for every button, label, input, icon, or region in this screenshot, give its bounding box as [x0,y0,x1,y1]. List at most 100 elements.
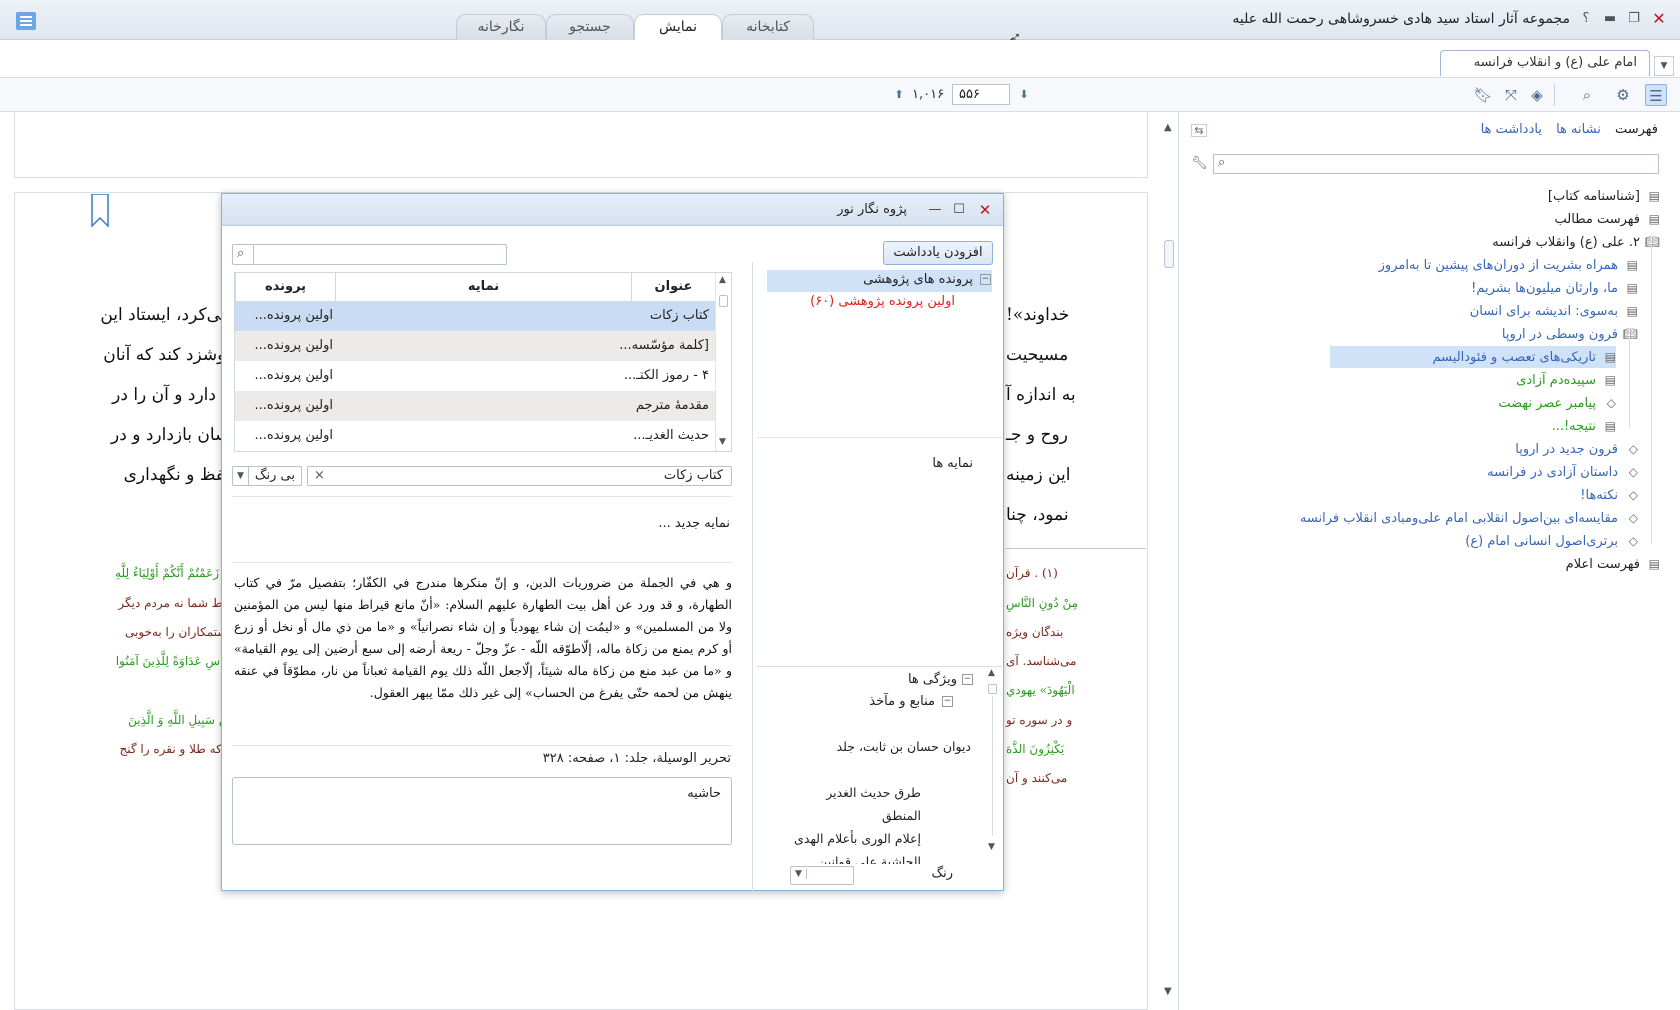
book-icon: 📖︎ [1644,235,1660,249]
tag-icon: ◇ [1628,488,1638,502]
research-note-dialog: پژوه نگار نور ✕ ☐ — افزودن یادداشت ⌕ عنو… [221,193,1004,892]
clear-icon[interactable]: × [314,467,325,485]
new-index-placeholder[interactable]: نمایه جدید ... [658,516,730,531]
arrow-up-icon[interactable]: ⬆ [888,84,910,106]
list-view-icon[interactable]: ☰ [1645,84,1667,106]
note-body-text[interactable]: و هي في الجملة من ضروريات الدين، و إنّ م… [234,572,732,742]
source-item[interactable]: طرق حديث الغدير [826,785,921,800]
color-dropdown[interactable]: ▼ [790,866,854,885]
toc-item[interactable]: ◇ پیامبر عصر نهضت [1498,392,1616,414]
toc-item[interactable]: 📖︎ ۲. علی (ع) وانقلاب فرانسه [1492,231,1660,253]
chevron-down-icon[interactable]: ▼ [1654,56,1674,76]
toc-item[interactable]: 📖︎ قرون وسطی در اروپا [1502,323,1638,345]
dialog-maximize-button[interactable]: ☐ [951,202,967,218]
margin-note-input[interactable]: حاشیه [232,777,732,845]
tab-contents[interactable]: فهرست [1615,122,1658,137]
dialog-close-button[interactable]: ✕ [977,202,993,218]
scroll-thumb[interactable] [1164,240,1174,268]
toc-item[interactable]: ▤ [شناسنامه کتاب] [1548,185,1660,207]
toc-item[interactable]: ▤ نتیجه!... [1552,415,1616,437]
sources-label: منابع و مآخذ [869,694,935,709]
notes-table: عنوان نمایه پرونده پژوهشی کتاب زکات اولین… [234,272,732,452]
tab-search[interactable]: جستجو [546,14,634,40]
close-window-button[interactable]: ✕ [1649,10,1669,28]
tab-bookmarks[interactable]: نشانه ها [1556,122,1601,137]
table-row[interactable]: مقدمهٔ مترجم اولین پرونده... [235,391,731,421]
features-scrollbar[interactable]: ▲ ▼ [986,668,1000,856]
table-scrollbar[interactable]: ▲ ▼ [715,273,731,451]
source-item[interactable]: دیوان حسان بن ثابت، جلد [837,739,971,754]
title-bar: کتابخانه نمایش جستجو نگارخانه ➶ مجموعه آ… [0,0,1680,47]
column-header-title[interactable]: عنوان [631,273,715,301]
search-icon[interactable]: ⌕ [1576,84,1598,106]
search-icon: ⌕ [237,246,245,261]
table-row[interactable]: حديث الغديـ... اولین پرونده... [235,421,731,451]
minimize-button[interactable]: ▬ [1600,10,1620,28]
source-item[interactable]: إعلام الورى بأعلام الهدى [794,831,921,846]
toc-item[interactable]: ◇ قرون جدید در اروپا [1515,438,1638,460]
source-item[interactable]: المنطق [882,808,921,823]
tab-view[interactable]: نمایش [634,14,722,41]
table-row[interactable]: کتاب زکات اولین پرونده... [235,301,731,331]
toc-item[interactable]: ▤ ما، وارثان میلیون‌ها بشریم! [1471,277,1638,299]
margin-note-label: حاشیه [687,786,721,801]
cell-folder: اولین پرونده... [254,308,333,323]
arrow-down-icon[interactable]: ⬇ [1013,84,1035,106]
index-tag-input[interactable]: کتاب زکات × [307,466,732,486]
bookmark-icon[interactable]: 🔖︎ [1472,84,1494,106]
table-row[interactable]: [کلمة مؤسّسه... اولین پرونده... [235,331,731,361]
toc-item[interactable]: ◇ داستان آزادی در فرانسه [1487,461,1638,483]
toc-item[interactable]: ▤ تاریکی‌های تعصب و فئودالیسم [1330,346,1616,368]
footnote-line: و در سوره تو [1006,713,1073,727]
toc-item[interactable]: ▤ سپیده‌دم آزادی [1516,369,1616,391]
collapse-panel-icon[interactable]: ⇆ [1191,124,1207,137]
toc-item[interactable]: ▤ همراه بشریت از دوران‌های پیشین تا به‌ام… [1379,254,1638,276]
index-label: نمایه ها [932,456,973,471]
scroll-down-icon[interactable]: ▼ [1164,986,1172,997]
dialog-title-bar[interactable]: پژوه نگار نور ✕ ☐ — [222,194,1003,226]
collapse-icon[interactable]: − [962,674,973,685]
color-select-value: بی رنگ [254,468,295,483]
gear-icon[interactable]: ⚙ [1612,84,1634,106]
tab-library[interactable]: کتابخانه [722,14,814,40]
help-button[interactable]: ؟ [1576,10,1596,28]
toc-item-label: فهرست مطالب [1554,212,1640,227]
page-bookmark-icon[interactable] [90,193,110,228]
folder-item[interactable]: اولین پرونده پژوهشی (۶۰) [810,294,955,309]
collapse-icon[interactable]: − [980,274,991,285]
collapse-icon[interactable]: − [942,696,953,707]
toc-item[interactable]: ◇ مقایسه‌ای بین‌اصول انقلابی امام علی‌ومب… [1300,507,1638,529]
toc-item[interactable]: ▤ به‌سوی: اندیشه برای انسان [1470,300,1638,322]
document-tab[interactable]: امام علی (ع) و انقلاب فرانسه [1440,50,1650,76]
main-scrollbar[interactable]: ▲ ▼ [1160,112,1178,1010]
scroll-up-icon[interactable]: ▲ [1164,122,1172,133]
tab-notes[interactable]: یادداشت ها [1481,122,1542,137]
doc-icon: ▤ [1626,258,1638,272]
toc-item-label: فهرست اعلام [1565,557,1640,572]
toc-item[interactable]: ◇ برتری‌اصول انسانی امام (ع) [1465,530,1638,552]
table-of-contents-panel: ⇆ فهرست نشانه ها یادداشت ها 🔧︎ ⌕ ▤ [شناسن… [1178,112,1680,1010]
add-note-button[interactable]: افزودن یادداشت [883,241,993,265]
page-input[interactable]: ۵۵۶ [952,84,1010,105]
layers-icon[interactable]: ◈ [1526,84,1548,106]
tab-gallery[interactable]: نگارخانه [456,14,546,40]
wrench-icon[interactable]: 🔧︎ [1191,156,1208,171]
toc-item[interactable]: ◇ نکته‌ها! [1580,484,1638,506]
toc-search-input[interactable]: ⌕ [1213,154,1659,174]
table-row[interactable]: ۴ - رموز الكتـ... اولین پرونده... [235,361,731,391]
note-search-input[interactable]: ⌕ [232,244,507,265]
menu-icon[interactable] [16,12,36,30]
dialog-minimize-button[interactable]: — [927,202,943,218]
toc-item-label: همراه بشریت از دوران‌های پیشین تا به‌امر… [1378,258,1618,273]
toc-item[interactable]: ▤ فهرست اعلام [1566,553,1660,575]
footnote-line: عَنْ سَبِيلِ اللَّهِ وَ الَّذِينَ [128,713,235,727]
toc-item[interactable]: ▤ فهرست مطالب [1555,208,1660,230]
footnote-line: می‌شناسد. آی [1006,654,1077,668]
source-item[interactable]: الحاشية على قوانين [818,854,921,864]
document-tab-bar: امام علی (ع) و انقلاب فرانسه ▼ [0,40,1680,78]
column-header-folder[interactable]: پرونده پژوهشی [235,273,335,322]
fullscreen-icon[interactable]: ⤧ [1500,84,1522,106]
column-header-index[interactable]: نمایه [335,273,631,301]
restore-button[interactable]: ❐ [1624,10,1644,28]
tag-color-select[interactable]: بی رنگ ▼ [232,466,302,486]
